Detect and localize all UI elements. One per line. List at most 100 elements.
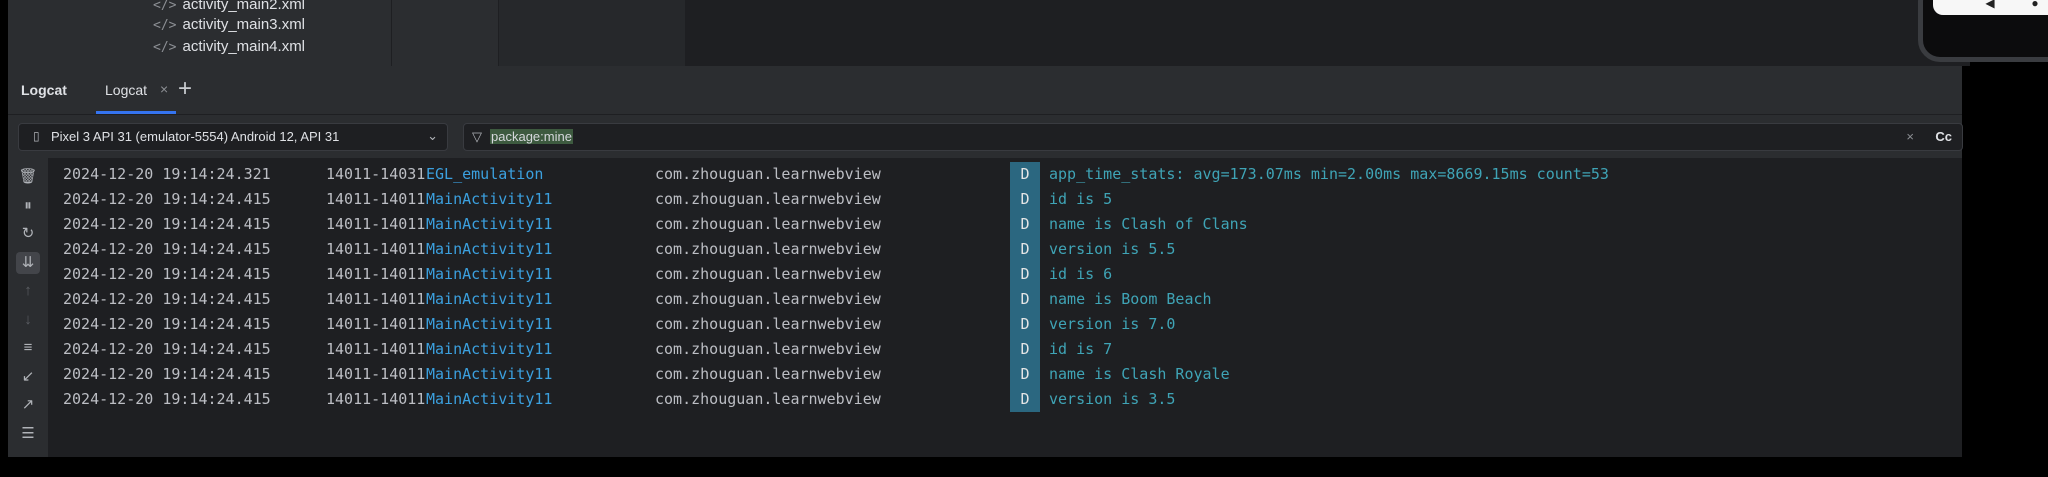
log-message: app_time_stats: avg=173.07ms min=2.00ms … [1049, 165, 1609, 183]
log-timestamp: 2024-12-20 19:14:24.321 [63, 165, 271, 183]
xml-file-icon: </> [153, 0, 177, 13]
log-row[interactable]: 2024-12-20 19:14:24.415 14011-14011 MainAc… [48, 287, 1962, 312]
log-pid-tid: 14011-14011 [326, 390, 426, 408]
logcat-toolbar: 🗑︎ ⏸︎ ↻ ⇊ ↑ ↓ ≡ ↙ ↗ ☰ [8, 158, 48, 457]
device-selector[interactable]: ▯ Pixel 3 API 31 (emulator-5554) Android… [18, 123, 448, 151]
add-tab-icon[interactable]: + [178, 75, 192, 103]
log-row[interactable]: 2024-12-20 19:14:24.415 14011-14011 MainAc… [48, 337, 1962, 362]
log-message: name is Boom Beach [1049, 290, 1212, 308]
logcat-filter-bar: ▯ Pixel 3 API 31 (emulator-5554) Android… [8, 114, 1963, 160]
scroll-to-end-icon[interactable]: ⇊ [16, 251, 40, 274]
log-pid-tid: 14011-14011 [326, 365, 426, 383]
close-tab-icon[interactable]: × [160, 81, 168, 97]
device-icon: ▯ [33, 129, 40, 143]
tree-gutter [392, 0, 499, 66]
soft-wrap-icon[interactable]: ≡ [16, 337, 40, 359]
tree-item-label: activity_main3.xml [182, 16, 306, 33]
log-row[interactable]: 2024-12-20 19:14:24.415 14011-14011 MainAc… [48, 362, 1962, 387]
clear-filter-icon[interactable]: × [1906, 129, 1914, 144]
log-row[interactable]: 2024-12-20 19:14:24.415 14011-14011 MainAc… [48, 237, 1962, 262]
settings-icon[interactable]: ☰ [16, 423, 40, 445]
tab-logcat[interactable]: Logcat × [96, 66, 178, 114]
log-package: com.zhouguan.learnwebview [655, 340, 881, 358]
log-timestamp: 2024-12-20 19:14:24.415 [63, 365, 271, 383]
log-message: version is 3.5 [1049, 390, 1176, 408]
down-arrow-icon[interactable]: ↓ [16, 309, 40, 331]
log-level-badge: D [1010, 162, 1040, 187]
log-package: com.zhouguan.learnwebview [655, 190, 881, 208]
log-timestamp: 2024-12-20 19:14:24.415 [63, 340, 271, 358]
log-message: name is Clash Royale [1049, 365, 1230, 383]
log-tag: MainActivity11 [426, 340, 553, 358]
filter-query[interactable]: package:mine [490, 129, 573, 144]
log-tag: MainActivity11 [426, 215, 553, 233]
tree-item-activity-main2[interactable]: </> activity_main2.xml [153, 0, 305, 16]
log-row[interactable]: 2024-12-20 19:14:24.415 14011-14011 MainAc… [48, 387, 1962, 412]
log-timestamp: 2024-12-20 19:14:24.415 [63, 190, 271, 208]
log-pid-tid: 14011-14011 [326, 240, 426, 258]
log-package: com.zhouguan.learnwebview [655, 365, 881, 383]
log-pid-tid: 14011-14011 [326, 315, 426, 333]
log-package: com.zhouguan.learnwebview [655, 265, 881, 283]
log-timestamp: 2024-12-20 19:14:24.415 [63, 215, 271, 233]
restart-icon[interactable]: ↻ [16, 223, 40, 245]
chevron-down-icon: ⌄ [427, 128, 438, 143]
log-pid-tid: 14011-14011 [326, 340, 426, 358]
log-level-badge: D [1010, 287, 1040, 312]
log-pid-tid: 14011-14011 [326, 190, 426, 208]
export-icon[interactable]: ↗ [16, 394, 40, 416]
pause-icon[interactable]: ⏸︎ [16, 195, 40, 217]
clear-logcat-icon[interactable]: 🗑︎ [16, 166, 40, 188]
project-tree: </> activity_main2.xml </> activity_main3.… [8, 0, 392, 66]
tree-item-activity-main4[interactable]: </> activity_main4.xml [153, 38, 305, 58]
tree-item-label: activity_main4.xml [182, 38, 306, 55]
log-row[interactable]: 2024-12-20 19:14:24.415 14011-14011 MainAc… [48, 212, 1962, 237]
log-package: com.zhouguan.learnwebview [655, 290, 881, 308]
xml-file-icon: </> [153, 40, 177, 55]
log-tag: MainActivity11 [426, 290, 553, 308]
log-package: com.zhouguan.learnwebview [655, 315, 881, 333]
log-level-badge: D [1010, 337, 1040, 362]
filter-input[interactable]: ▽ package:mine × Cc [463, 123, 1963, 151]
up-arrow-icon[interactable]: ↑ [16, 280, 40, 302]
log-level-badge: D [1010, 312, 1040, 337]
log-message: id is 6 [1049, 265, 1113, 283]
log-message: id is 7 [1049, 340, 1113, 358]
log-level-badge: D [1010, 187, 1040, 212]
log-package: com.zhouguan.learnwebview [655, 390, 881, 408]
log-package: com.zhouguan.learnwebview [655, 240, 881, 258]
logcat-tab-bar: Logcat Logcat × + [8, 66, 1962, 114]
emulator-view: ◀ ● ■ [686, 0, 2048, 66]
log-tag: EGL_emulation [426, 165, 544, 183]
log-message: version is 7.0 [1049, 315, 1176, 333]
log-message: id is 5 [1049, 190, 1113, 208]
match-case-toggle[interactable]: Cc [1935, 129, 1952, 144]
back-nav-icon[interactable]: ◀ [1985, 0, 1994, 10]
log-row[interactable]: 2024-12-20 19:14:24.415 14011-14011 MainAc… [48, 312, 1962, 337]
log-tag: MainActivity11 [426, 240, 553, 258]
top-editor-area: </> activity_main2.xml </> activity_main3.… [8, 0, 2048, 66]
log-pid-tid: 14011-14011 [326, 265, 426, 283]
log-pid-tid: 14011-14031 [326, 165, 426, 183]
filter-icon[interactable]: ▽ [472, 129, 482, 145]
log-tag: MainActivity11 [426, 265, 553, 283]
log-level-badge: D [1010, 362, 1040, 387]
log-package: com.zhouguan.learnwebview [655, 165, 881, 183]
device-selector-value: Pixel 3 API 31 (emulator-5554) Android 1… [51, 129, 340, 144]
bottom-margin [0, 457, 2048, 477]
home-nav-icon[interactable]: ● [2031, 0, 2038, 10]
emulator-screen: ◀ ● ■ [1933, 0, 2048, 15]
tree-item-activity-main3[interactable]: </> activity_main3.xml [153, 16, 305, 36]
log-timestamp: 2024-12-20 19:14:24.415 [63, 265, 271, 283]
log-package: com.zhouguan.learnwebview [655, 215, 881, 233]
log-row[interactable]: 2024-12-20 19:14:24.321 14011-14031 EGL_em… [48, 162, 1962, 187]
import-icon[interactable]: ↙ [16, 366, 40, 388]
log-level-badge: D [1010, 262, 1040, 287]
log-row[interactable]: 2024-12-20 19:14:24.415 14011-14011 MainAc… [48, 187, 1962, 212]
log-timestamp: 2024-12-20 19:14:24.415 [63, 315, 271, 333]
tree-item-label: activity_main2.xml [182, 0, 306, 13]
log-output[interactable]: 2024-12-20 19:14:24.321 14011-14031 EGL_em… [48, 158, 1962, 457]
log-level-badge: D [1010, 212, 1040, 237]
log-level-badge: D [1010, 237, 1040, 262]
log-row[interactable]: 2024-12-20 19:14:24.415 14011-14011 MainAc… [48, 262, 1962, 287]
